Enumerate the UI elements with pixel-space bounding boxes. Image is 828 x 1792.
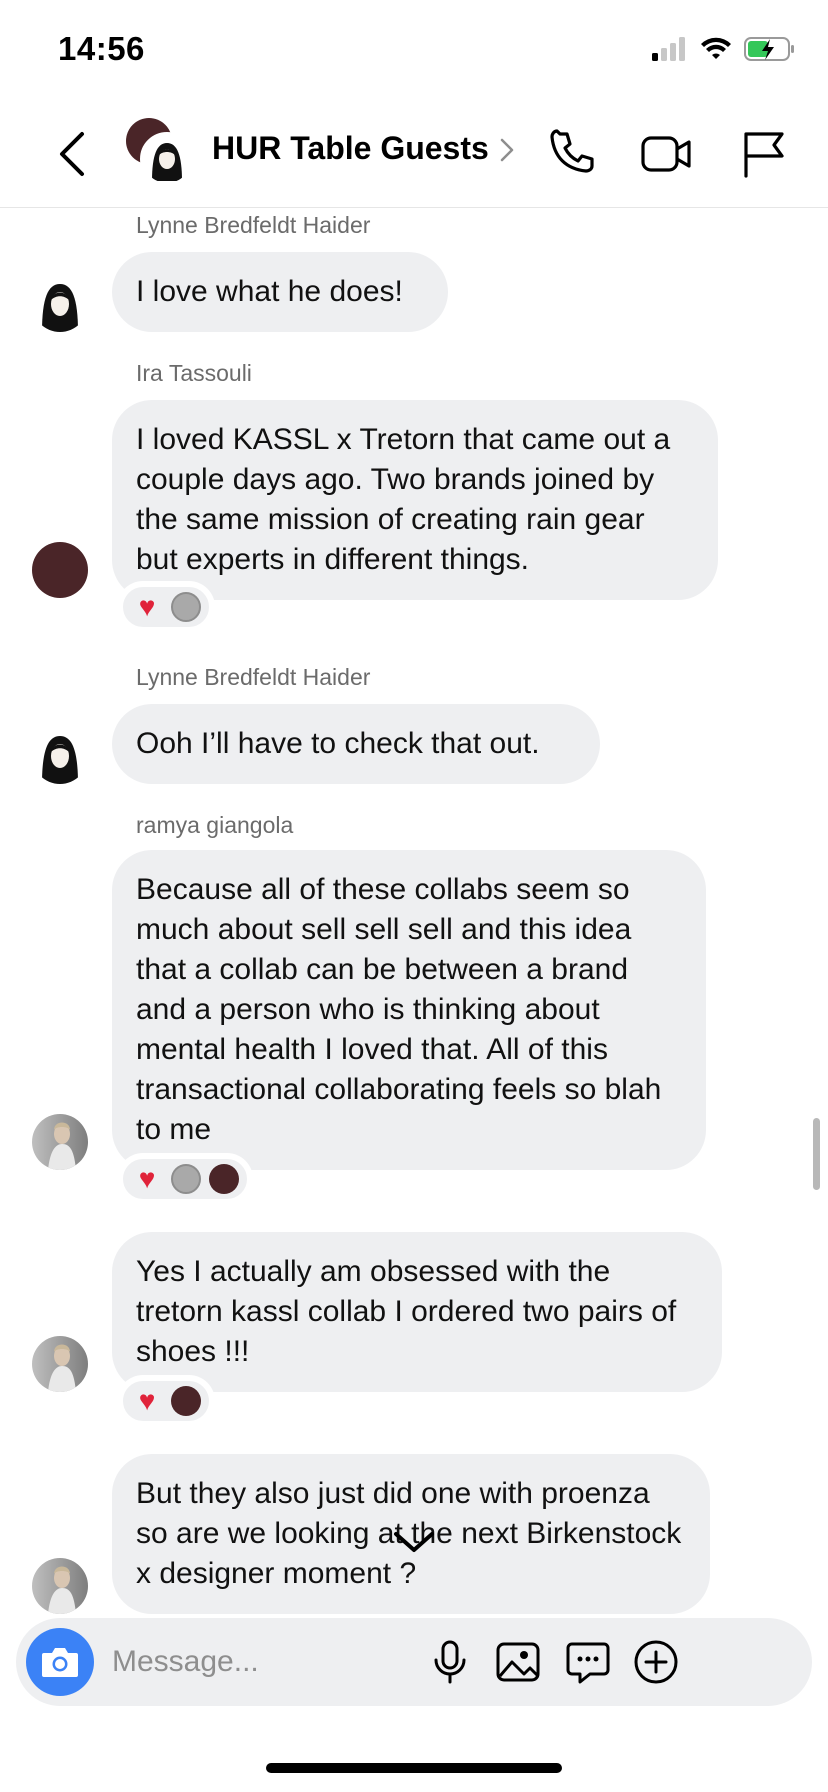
message-bubble[interactable]: Yes I actually am obsessed with the tret…	[112, 1232, 722, 1392]
chat-title[interactable]: HUR Table Guests	[212, 130, 489, 167]
reactions-bar[interactable]: ♥	[120, 1156, 250, 1202]
heart-reaction-icon: ♥	[138, 1385, 156, 1416]
avatar[interactable]	[32, 1558, 88, 1614]
message-bubble[interactable]: I loved KASSL x Tretorn that came out a …	[112, 400, 718, 600]
avatar[interactable]	[32, 276, 88, 332]
avatar-member-front	[140, 132, 194, 186]
home-indicator[interactable]	[266, 1763, 562, 1773]
message-bubble[interactable]: Ooh I’ll have to check that out.	[112, 704, 600, 784]
microphone-button[interactable]	[426, 1638, 474, 1686]
message-bubble[interactable]: Because all of these collabs seem so muc…	[112, 850, 706, 1170]
status-icons	[652, 34, 796, 64]
back-button[interactable]	[52, 128, 92, 180]
avatar[interactable]	[32, 728, 88, 784]
camera-icon	[42, 1648, 78, 1677]
camera-button[interactable]	[26, 1628, 94, 1696]
sender-name: Lynne Bredfeldt Haider	[136, 664, 371, 690]
chat-header: HUR Table Guests	[0, 100, 828, 208]
avatar[interactable]	[32, 1336, 88, 1392]
sender-name: ramya giangola	[136, 812, 294, 838]
wifi-icon	[701, 37, 731, 59]
sticker-chat-button[interactable]	[564, 1638, 612, 1686]
reactor-avatar	[209, 1164, 239, 1194]
chevron-right-icon[interactable]	[500, 138, 514, 162]
add-button[interactable]	[632, 1638, 680, 1686]
avatar[interactable]	[32, 542, 88, 598]
heart-reaction-icon: ♥	[138, 591, 156, 622]
status-bar: 14:56	[0, 0, 828, 100]
gallery-button[interactable]	[494, 1638, 542, 1686]
sender-name: Lynne Bredfeldt Haider	[136, 212, 371, 238]
signal-icon	[652, 37, 685, 61]
scrollbar[interactable]	[813, 1118, 820, 1190]
reactor-avatar	[171, 1164, 201, 1194]
avatar[interactable]	[32, 1114, 88, 1170]
reactions-bar[interactable]: ♥	[120, 584, 212, 630]
scroll-down-icon[interactable]	[392, 1520, 436, 1564]
status-time: 14:56	[58, 30, 145, 67]
report-flag-button[interactable]	[738, 128, 790, 180]
message-composer	[16, 1618, 812, 1706]
message-bubble[interactable]: I love what he does!	[112, 252, 448, 332]
message-input[interactable]	[112, 1640, 412, 1684]
reactor-avatar	[171, 1386, 201, 1416]
battery-charging-icon	[744, 37, 794, 61]
phone-call-button[interactable]	[546, 128, 598, 180]
sender-name: Ira Tassouli	[136, 360, 252, 386]
heart-reaction-icon: ♥	[138, 1163, 156, 1194]
group-avatar[interactable]	[126, 118, 198, 190]
reactor-avatar	[171, 592, 201, 622]
video-call-button[interactable]	[640, 128, 692, 180]
reactions-bar[interactable]: ♥	[120, 1378, 212, 1424]
